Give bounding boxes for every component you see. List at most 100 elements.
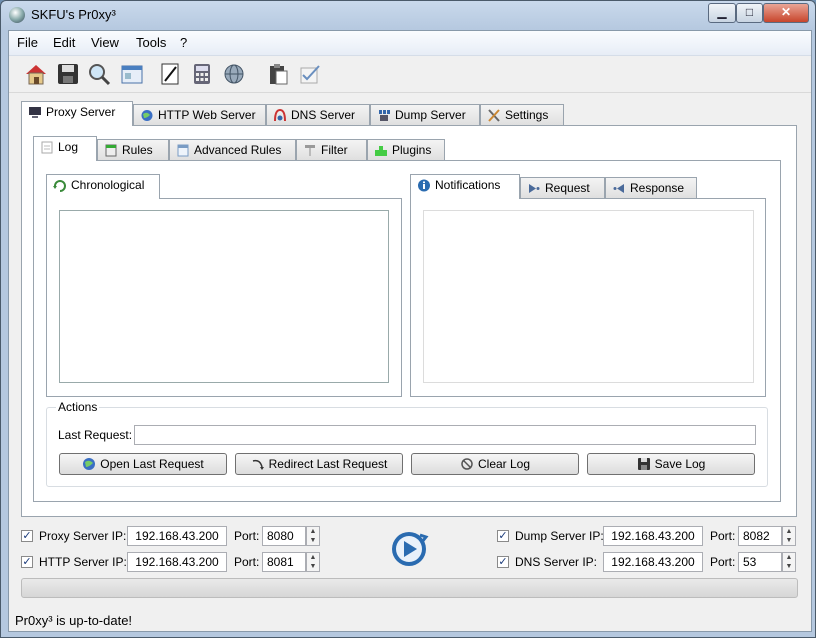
http-server-ip-field[interactable]: 192.168.43.200 <box>127 552 227 572</box>
tab-chronological[interactable]: Chronological <box>46 174 160 199</box>
tab-label: DNS Server <box>291 108 356 122</box>
tab-notifications[interactable]: Notifications <box>410 174 520 199</box>
tab-label: Rules <box>122 143 153 157</box>
clipboard-icon[interactable] <box>265 61 291 87</box>
tab-label: Filter <box>321 143 348 157</box>
globe-icon[interactable] <box>221 61 247 87</box>
tab-dns-server[interactable]: DNS Server <box>266 104 370 126</box>
tab-request[interactable]: Request <box>520 177 605 199</box>
proxy-server-checkbox[interactable]: ✓ <box>21 530 33 542</box>
dump-port-spinner[interactable]: ▲ ▼ <box>782 526 796 546</box>
dump-server-ip-field[interactable]: 192.168.43.200 <box>603 526 703 546</box>
menu-view[interactable]: View <box>91 35 119 50</box>
redirect-last-request-button[interactable]: Redirect Last Request <box>235 453 403 475</box>
close-button[interactable]: ✕ <box>763 3 809 23</box>
last-request-label: Last Request: <box>58 428 133 442</box>
tab-dump-server[interactable]: Dump Server <box>370 104 480 126</box>
proxy-port-label: Port: <box>234 529 260 543</box>
window-icon[interactable] <box>119 61 145 87</box>
menu-bar: File Edit View Tools ? <box>9 31 811 56</box>
tab-filter[interactable]: Filter <box>296 139 367 161</box>
calculator-icon[interactable] <box>189 61 215 87</box>
up-arrow-icon[interactable]: ▲ <box>307 553 319 562</box>
search-icon[interactable] <box>86 61 112 87</box>
response-icon <box>613 184 624 193</box>
http-port-label: Port: <box>234 555 260 569</box>
tab-http-web-server[interactable]: HTTP Web Server <box>133 104 266 126</box>
client-area: File Edit View Tools ? Proxy Server HTTP… <box>8 30 812 632</box>
checklist-icon[interactable] <box>297 61 323 87</box>
http-port-field[interactable]: 8081 <box>262 552 306 572</box>
proxy-port-spinner[interactable]: ▲ ▼ <box>306 526 320 546</box>
http-port-spinner[interactable]: ▲ ▼ <box>306 552 320 572</box>
title-bar[interactable]: SKFU's Pr0xy³ ▁ □ ✕ <box>1 1 815 29</box>
tab-rules[interactable]: Rules <box>97 139 169 161</box>
dump-port-label: Port: <box>710 529 736 543</box>
chronological-panel <box>46 198 402 397</box>
proxy-server-ip-field[interactable]: 192.168.43.200 <box>127 526 227 546</box>
down-arrow-icon[interactable]: ▼ <box>307 562 319 571</box>
log-panel: Chronological Notifications Request Resp… <box>33 160 781 502</box>
open-last-request-button[interactable]: Open Last Request <box>59 453 227 475</box>
tab-log[interactable]: Log <box>33 136 97 161</box>
rules-icon <box>105 144 117 157</box>
down-arrow-icon[interactable]: ▼ <box>783 562 795 571</box>
tab-proxy-server[interactable]: Proxy Server <box>21 101 133 126</box>
menu-file[interactable]: File <box>17 35 38 50</box>
up-arrow-icon[interactable]: ▲ <box>783 527 795 536</box>
save-log-button[interactable]: Save Log <box>587 453 755 475</box>
tab-label: Log <box>58 140 79 154</box>
tab-label: Request <box>545 181 590 195</box>
chronological-log-list[interactable] <box>59 210 389 383</box>
dns-server-ip-field[interactable]: 192.168.43.200 <box>603 552 703 572</box>
menu-tools[interactable]: Tools <box>136 35 166 50</box>
save-icon <box>637 458 650 470</box>
tab-advanced-rules[interactable]: Advanced Rules <box>169 139 296 161</box>
menu-help[interactable]: ? <box>180 35 187 50</box>
actions-group-title: Actions <box>56 400 100 414</box>
tab-label: Proxy Server <box>46 105 116 119</box>
home-icon[interactable] <box>23 61 49 87</box>
status-text: Pr0xy³ is up-to-date! <box>15 613 133 628</box>
plugin-icon <box>375 146 387 156</box>
monitor-icon <box>29 107 41 118</box>
minimize-button[interactable]: ▁ <box>708 3 736 23</box>
button-label: Save Log <box>654 457 706 471</box>
dump-server-checkbox[interactable]: ✓ <box>497 530 509 542</box>
button-label: Open Last Request <box>100 457 204 471</box>
dns-port-spinner[interactable]: ▲ ▼ <box>782 552 796 572</box>
tab-label: Dump Server <box>395 108 466 122</box>
clear-icon <box>461 458 473 470</box>
button-label: Redirect Last Request <box>268 457 388 471</box>
tab-plugins[interactable]: Plugins <box>367 139 445 161</box>
tab-label: Advanced Rules <box>194 143 282 157</box>
log-icon <box>41 141 53 154</box>
up-arrow-icon[interactable]: ▲ <box>783 553 795 562</box>
notifications-list[interactable] <box>423 210 754 383</box>
info-icon <box>418 179 430 192</box>
proxy-port-field[interactable]: 8080 <box>262 526 306 546</box>
tab-label: Notifications <box>435 178 501 192</box>
dump-server-ip-label: Dump Server IP: <box>515 529 604 543</box>
advanced-rules-icon <box>177 144 189 157</box>
dns-port-field[interactable]: 53 <box>738 552 782 572</box>
globe-icon <box>141 110 153 121</box>
up-arrow-icon[interactable]: ▲ <box>307 527 319 536</box>
start-server-button[interactable] <box>389 529 429 569</box>
down-arrow-icon[interactable]: ▼ <box>783 536 795 545</box>
dns-server-checkbox[interactable]: ✓ <box>497 556 509 568</box>
clear-log-button[interactable]: Clear Log <box>411 453 579 475</box>
last-request-field[interactable] <box>134 425 756 445</box>
save-icon[interactable] <box>55 61 81 87</box>
tab-settings[interactable]: Settings <box>480 104 564 126</box>
proxy-server-ip-label: Proxy Server IP: <box>39 529 127 543</box>
tab-response[interactable]: Response <box>605 177 697 199</box>
down-arrow-icon[interactable]: ▼ <box>307 536 319 545</box>
notepad-icon[interactable] <box>157 61 183 87</box>
menu-edit[interactable]: Edit <box>53 35 75 50</box>
dns-port-label: Port: <box>710 555 736 569</box>
dump-port-field[interactable]: 8082 <box>738 526 782 546</box>
request-icon <box>529 184 540 193</box>
maximize-button[interactable]: □ <box>736 3 763 23</box>
http-server-checkbox[interactable]: ✓ <box>21 556 33 568</box>
